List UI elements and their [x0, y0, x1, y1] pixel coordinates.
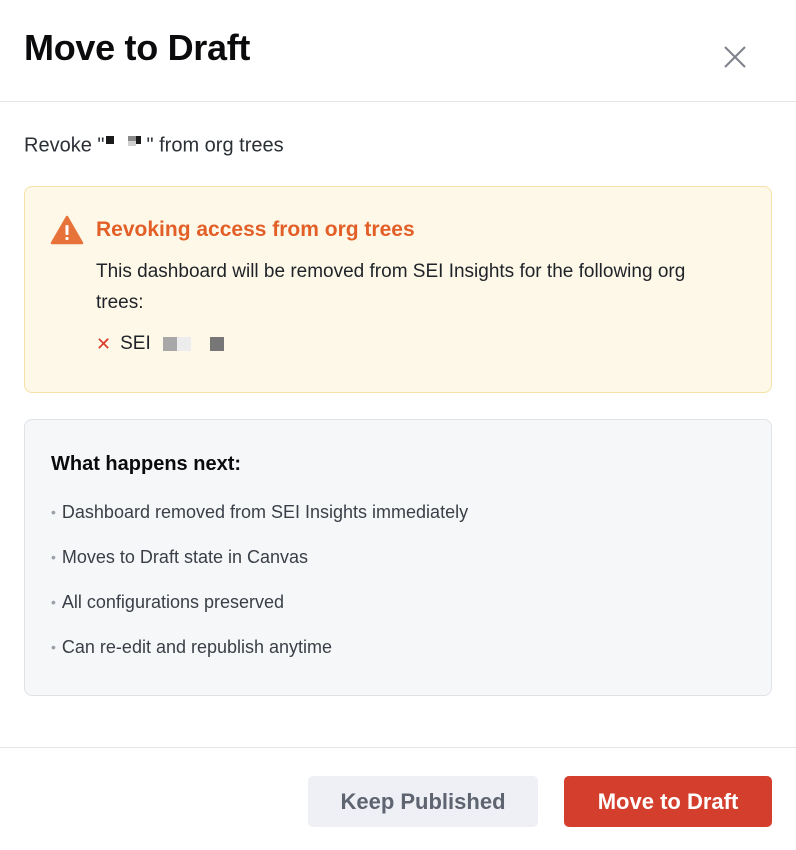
dialog-header: Move to Draft — [0, 0, 796, 102]
list-item: • Dashboard removed from SEI Insights imm… — [51, 502, 469, 522]
bullet-icon: • — [51, 639, 56, 655]
subtitle-prefix: Revoke " — [24, 134, 105, 157]
list-item: • All configurations preserved — [51, 592, 285, 612]
next-steps-list: • Dashboard removed from SEI Insights imm… — [51, 501, 468, 681]
dialog-subtitle: Revoke " " from org trees — [24, 134, 284, 158]
remove-x-icon: ✕ — [96, 333, 112, 354]
redacted-dashboard-name — [104, 132, 146, 156]
dialog-footer: Keep Published Move to Draft — [0, 747, 796, 850]
dialog-title: Move to Draft — [24, 27, 251, 68]
list-item: • Can re-edit and republish anytime — [51, 637, 333, 657]
close-icon[interactable] — [721, 43, 749, 71]
redacted-org-tree-suffix — [162, 335, 225, 357]
keep-published-button[interactable]: Keep Published — [308, 776, 538, 827]
org-tree-item: ✕ SEI — [96, 333, 225, 355]
warning-title: Revoking access from org trees — [96, 218, 415, 241]
warning-body: This dashboard will be removed from SEI … — [96, 261, 686, 313]
org-tree-name: SEI — [120, 333, 151, 354]
subtitle-suffix: " from org trees — [146, 134, 284, 157]
bullet-icon: • — [51, 549, 56, 565]
next-steps-panel: What happens next: • Dashboard removed fr… — [24, 419, 772, 696]
list-item: • Moves to Draft state in Canvas — [51, 547, 309, 567]
bullet-icon: • — [51, 504, 56, 520]
bullet-icon: • — [51, 594, 56, 610]
next-steps-title: What happens next: — [51, 453, 242, 475]
warning-triangle-icon — [50, 215, 84, 245]
warning-callout: Revoking access from org trees This dash… — [24, 186, 772, 393]
move-to-draft-button[interactable]: Move to Draft — [564, 776, 772, 827]
